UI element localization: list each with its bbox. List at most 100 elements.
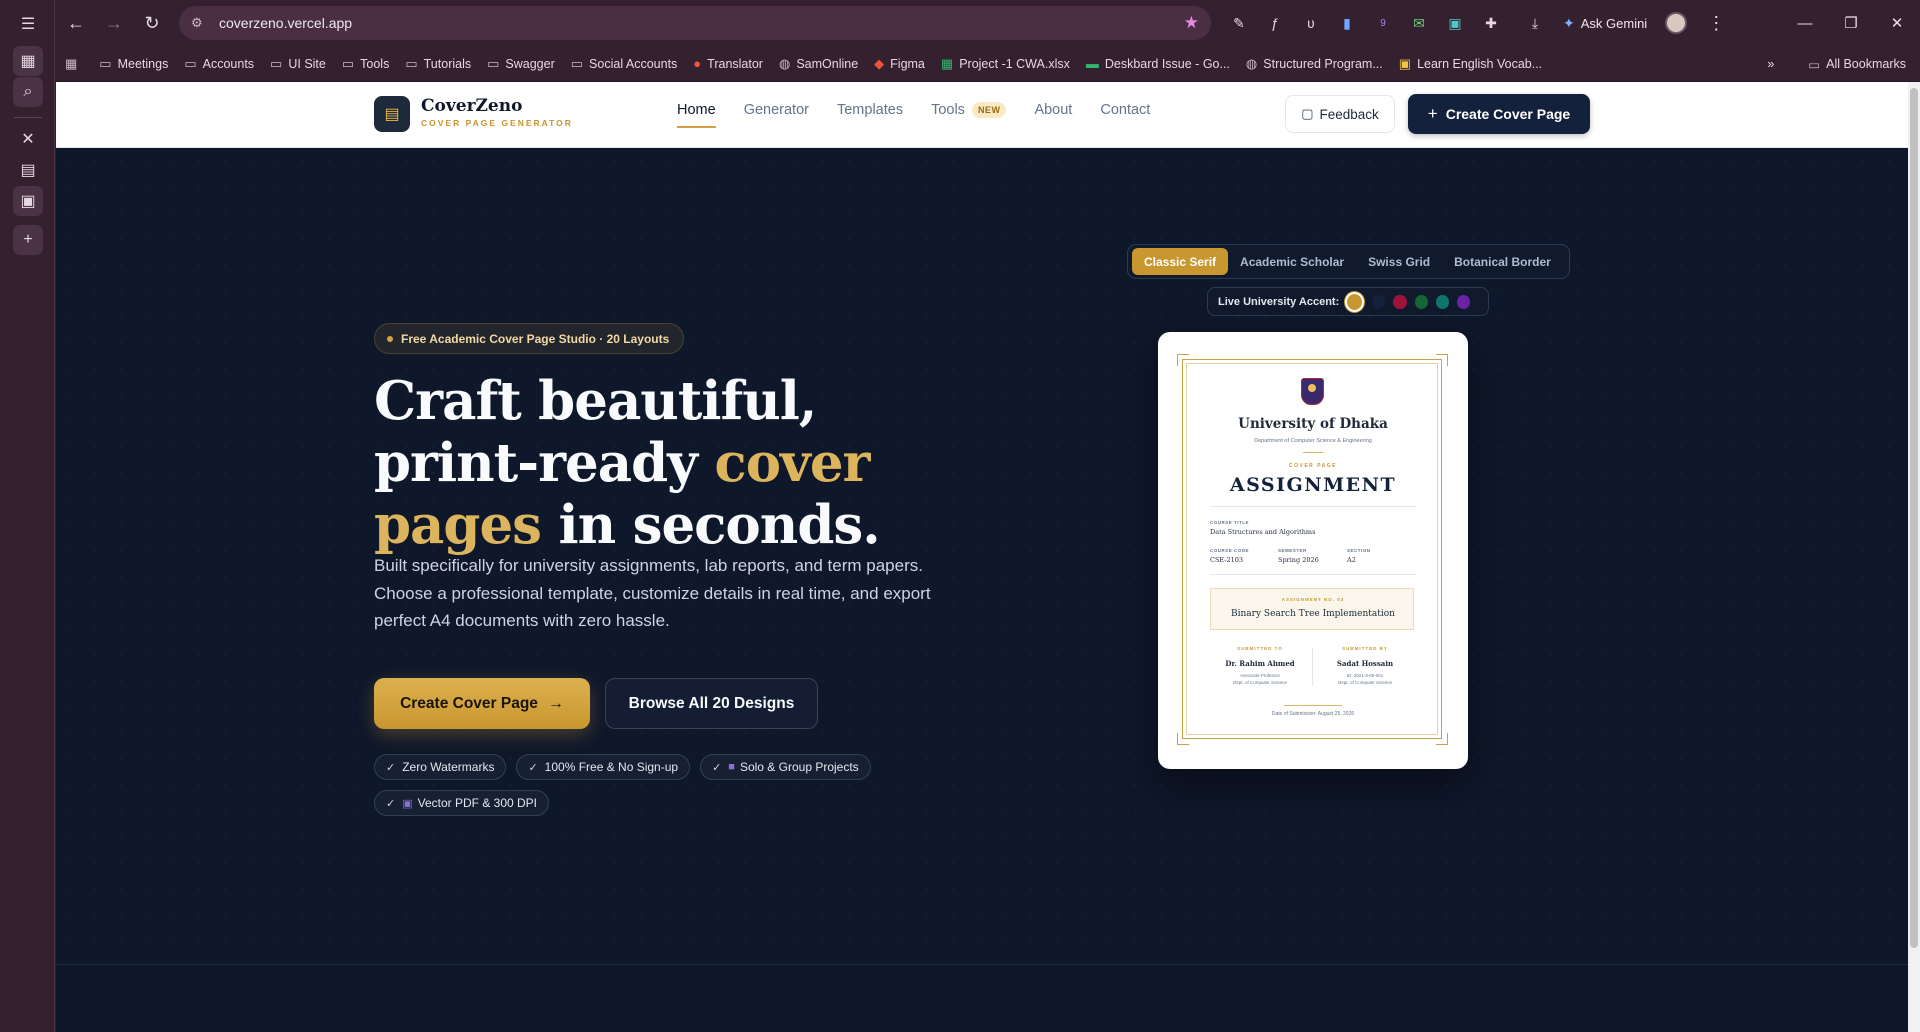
bookmark-item[interactable]: ▭ Tutorials xyxy=(405,56,471,72)
bookmark-item[interactable]: ▬ Deskbard Issue - Go... xyxy=(1086,56,1230,71)
browser-toolbar: ← → ↻ ⚙ coverzeno.vercel.app ★ ✎ ƒ ʋ ▮ 9… xyxy=(55,0,1920,46)
bookmark-item[interactable]: ▭ Meetings xyxy=(99,56,168,72)
sheets-icon: ▬ xyxy=(1085,56,1099,71)
bookmarks-bar: ▦ ▭ Meetings ▭ Accounts ▭ UI Site ▭ Tools ▭ T… xyxy=(55,46,1920,82)
bookmark-apps-icon[interactable]: ▦ xyxy=(65,56,83,72)
search-tabs-icon[interactable]: ⌕ xyxy=(13,77,43,107)
all-bookmarks-link[interactable]: All Bookmarks xyxy=(1826,57,1906,71)
ask-gemini-label: Ask Gemini xyxy=(1580,15,1648,31)
bookmark-item[interactable]: ▭ Social Accounts xyxy=(571,56,678,72)
document-extension-icon[interactable]: ▮ xyxy=(1333,9,1361,37)
pinned-tab-x-icon[interactable]: ✕ xyxy=(13,124,43,154)
reload-icon[interactable]: ↻ xyxy=(135,6,169,40)
scrollbar-thumb[interactable] xyxy=(1910,88,1918,948)
accent-swatch-teal[interactable] xyxy=(1435,294,1449,309)
back-icon[interactable]: ← xyxy=(59,6,93,40)
brand[interactable]: CoverZeno COVER PAGE GENERATOR xyxy=(421,96,573,128)
doc-column-divider xyxy=(1312,648,1313,686)
nav-contact[interactable]: Contact xyxy=(1100,102,1150,118)
semester-value: Spring 2026 xyxy=(1278,556,1319,564)
profile-avatar[interactable] xyxy=(1665,12,1688,34)
bookmark-item[interactable]: ● Translator xyxy=(693,56,763,71)
accent-swatch-crimson[interactable] xyxy=(1393,294,1407,309)
brand-name: CoverZeno xyxy=(421,96,523,116)
nav-templates[interactable]: Templates xyxy=(837,102,903,118)
create-cover-page-button[interactable]: Create Cover Page → xyxy=(374,678,590,729)
accent-swatch-green[interactable] xyxy=(1414,294,1428,309)
bookmark-item[interactable]: ▦ Project -1 CWA.xlsx xyxy=(941,56,1070,72)
folder-icon: ▭ xyxy=(341,55,355,71)
forward-icon[interactable]: → xyxy=(97,6,131,40)
bookmark-item[interactable]: ▭ Swagger xyxy=(487,56,555,72)
pinned-tab-coverzeno-icon[interactable]: ▣ xyxy=(13,186,43,216)
nav-home[interactable]: Home xyxy=(677,102,716,128)
script-extension-icon[interactable]: ʋ xyxy=(1297,9,1325,37)
browse-designs-button[interactable]: Browse All 20 Designs xyxy=(605,678,818,729)
site-info-icon[interactable]: ⚙ xyxy=(191,15,213,31)
apps-grid-icon[interactable]: ▦ xyxy=(13,46,43,76)
template-tab-academic-scholar[interactable]: Academic Scholar xyxy=(1228,248,1356,275)
accent-label: Live University Accent: xyxy=(1218,295,1340,308)
address-bar[interactable]: ⚙ coverzeno.vercel.app ★ xyxy=(179,6,1211,40)
bookmark-item[interactable]: ◍ SamOnline xyxy=(779,56,858,72)
rail-divider xyxy=(14,117,42,118)
browser-side-rail: ☰ ▦ ⌕ ✕ ▤ ▣ + xyxy=(0,0,55,1032)
folder-icon: ▭ xyxy=(405,55,418,71)
course-code-value: CSE-2103 xyxy=(1210,556,1244,564)
translate-extension-icon[interactable]: ▣ xyxy=(1441,9,1469,37)
course-title-label: COURSE TITLE xyxy=(1210,520,1250,525)
page-scrollbar[interactable] xyxy=(1908,82,1920,1032)
pinned-tab-doc-icon[interactable]: ▤ xyxy=(13,155,43,185)
browser-menu-icon[interactable]: ⋮ xyxy=(1699,6,1733,40)
formula-extension-icon[interactable]: ƒ xyxy=(1261,9,1289,37)
badge-extension-icon[interactable]: 9 xyxy=(1369,9,1397,37)
close-window-icon[interactable]: ✕ xyxy=(1874,0,1920,46)
tab-list-icon[interactable]: ☰ xyxy=(13,9,43,39)
url-text: coverzeno.vercel.app xyxy=(219,15,353,31)
logo-icon[interactable]: ▤ xyxy=(374,96,410,132)
accent-swatch-gold[interactable] xyxy=(1345,291,1365,312)
check-icon: ✓ xyxy=(528,761,538,774)
chevron-right-icon[interactable]: » xyxy=(1767,57,1774,71)
bookmark-item[interactable]: ▣ Learn English Vocab... xyxy=(1399,56,1542,72)
feature-chip: ✓ ▣ Vector PDF & 300 DPI xyxy=(374,790,550,816)
template-tab-botanical-border[interactable]: Botanical Border xyxy=(1442,248,1563,275)
nav-tools[interactable]: Tools NEW xyxy=(931,102,1007,118)
bookmark-star-icon[interactable]: ★ xyxy=(1184,13,1199,33)
check-icon: ✓ xyxy=(386,761,396,774)
bookmark-item[interactable]: ▭ Tools xyxy=(342,56,389,72)
bookmark-item[interactable]: ▭ Accounts xyxy=(184,56,254,72)
ask-gemini-button[interactable]: ✦ Ask Gemini xyxy=(1563,15,1647,32)
university-crest-icon xyxy=(1301,378,1324,405)
template-tab-swiss-grid[interactable]: Swiss Grid xyxy=(1356,248,1442,275)
create-cover-page-header-button[interactable]: + Create Cover Page xyxy=(1408,94,1590,134)
print-icon: ▣ xyxy=(402,797,413,810)
restore-icon[interactable]: ❐ xyxy=(1828,0,1874,46)
new-badge: NEW xyxy=(971,102,1007,118)
eyedropper-extension-icon[interactable]: ✎ xyxy=(1225,9,1253,37)
submitted-by-block: SUBMITTED BY Sadat Hossain ID: 2021-3-60… xyxy=(1336,646,1394,685)
page-viewport: ▤ CoverZeno COVER PAGE GENERATOR Home Ge… xyxy=(56,82,1908,1032)
bookmarks-overflow: » ▭ All Bookmarks xyxy=(1767,46,1906,82)
globe-icon: ◍ xyxy=(1245,55,1258,71)
nav-about[interactable]: About xyxy=(1034,102,1072,118)
arrow-right-icon: → xyxy=(547,694,564,712)
bookmark-item[interactable]: ▭ UI Site xyxy=(270,56,326,72)
accent-swatch-purple[interactable] xyxy=(1456,294,1470,309)
accent-picker: Live University Accent: xyxy=(1207,287,1489,316)
download-icon[interactable]: ⤓ xyxy=(1521,9,1549,37)
minimize-icon[interactable]: — xyxy=(1782,0,1828,46)
new-tab-icon[interactable]: + xyxy=(13,225,43,255)
extensions-puzzle-icon[interactable]: ✚ xyxy=(1477,9,1505,37)
feedback-button[interactable]: ▢ Feedback xyxy=(1285,95,1395,133)
bookmark-item[interactable]: ◆ Figma xyxy=(874,56,925,72)
cover-page-preview[interactable]: University of Dhaka Department of Comput… xyxy=(1158,332,1468,769)
accent-swatch-navy[interactable] xyxy=(1372,294,1386,309)
submitted-to-block: SUBMITTED TO Dr. Rahim Ahmed Associate P… xyxy=(1225,646,1295,685)
nav-generator[interactable]: Generator xyxy=(744,102,809,118)
mail-extension-icon[interactable]: ✉ xyxy=(1405,9,1433,37)
folder-icon: ▭ xyxy=(270,55,283,71)
brand-tagline: COVER PAGE GENERATOR xyxy=(421,118,573,128)
bookmark-item[interactable]: ◍ Structured Program... xyxy=(1246,56,1383,72)
template-tab-classic-serif[interactable]: Classic Serif xyxy=(1132,248,1229,275)
